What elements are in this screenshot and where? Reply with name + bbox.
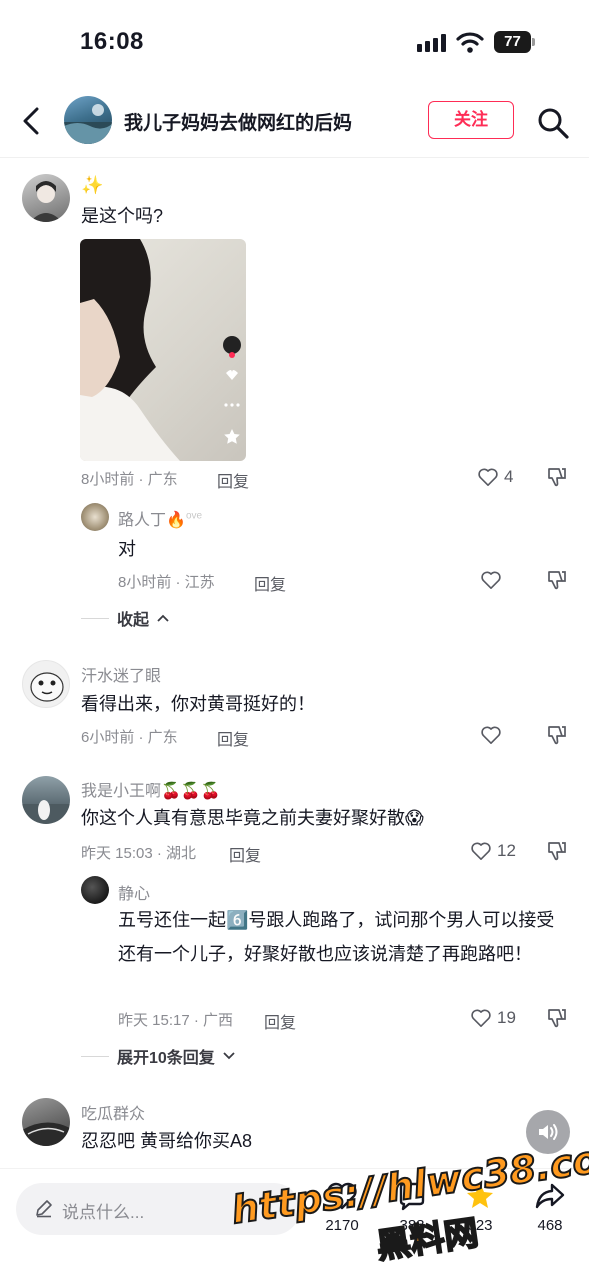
heart-icon (327, 1182, 357, 1210)
like-button[interactable] (480, 723, 502, 747)
comment-count: 388 (399, 1217, 425, 1234)
battery-level: 77 (494, 31, 531, 53)
reply-avatar[interactable] (81, 503, 109, 531)
heart-icon (481, 726, 501, 744)
reply-avatar[interactable] (81, 876, 109, 904)
signal-icon (417, 34, 446, 52)
like-action[interactable]: 2170 (312, 1179, 372, 1234)
reply-username-text: 路人丁🔥 (118, 510, 186, 529)
like-count: 19 (497, 1008, 516, 1027)
comment-action[interactable]: 388 (382, 1179, 442, 1234)
like-button[interactable] (480, 568, 502, 592)
favorite-action[interactable]: 323 (450, 1179, 510, 1234)
comment-text: 看得出来，你对黄哥挺好的！ (81, 694, 315, 714)
comment-icon (399, 1182, 425, 1211)
like-count: 4 (504, 467, 514, 486)
reply-button[interactable]: 回复 (264, 1009, 296, 1033)
comment-meta: 8小时前 · 广东 (81, 471, 178, 488)
commenter-avatar[interactable] (22, 776, 70, 824)
reply-text: 对 (118, 539, 136, 559)
comment-input-placeholder: 说点什么... (62, 1203, 145, 1222)
dislike-icon[interactable] (545, 569, 567, 591)
collapse-replies-button[interactable]: 收起 (81, 606, 169, 630)
heart-icon (478, 468, 498, 486)
commenter-name[interactable]: 汗水迷了眼 (81, 662, 161, 686)
battery-icon: 77 (494, 31, 536, 53)
like-count: 2170 (325, 1217, 359, 1234)
reply-username-suffix: ove (185, 510, 203, 522)
comment-meta: 6小时前 · 广东 (81, 729, 178, 746)
comment-image[interactable] (80, 239, 246, 461)
heart-icon (471, 842, 491, 860)
header: 我儿子妈妈去做网红的后妈 关注 (0, 86, 589, 158)
chevron-up-icon (157, 614, 169, 622)
reply-meta: 8小时前 · 江苏 (118, 574, 215, 591)
speaker-icon (539, 1124, 558, 1140)
favorite-count: 323 (467, 1217, 493, 1234)
page-title: 我儿子妈妈去做网红的后妈 (124, 113, 353, 134)
like-count: 12 (497, 841, 516, 860)
dislike-icon[interactable] (545, 1007, 567, 1029)
status-bar: 16:08 77 (0, 0, 589, 86)
reply-button[interactable]: 回复 (217, 468, 249, 492)
comment-input[interactable]: 说点什么... (16, 1183, 300, 1235)
like-button[interactable]: 19 (470, 1006, 516, 1030)
star-icon (467, 1183, 493, 1208)
comment-text: 是这个吗? (81, 206, 164, 226)
share-action[interactable]: 468 (520, 1179, 580, 1234)
commenter-name[interactable]: ✨ (81, 175, 103, 196)
expand-replies-button[interactable]: 展开10条回复 (81, 1044, 235, 1068)
search-icon[interactable] (536, 106, 570, 140)
dislike-icon[interactable] (545, 724, 567, 746)
share-count: 468 (537, 1217, 563, 1234)
expand-replies-label: 展开10条回复 (117, 1050, 215, 1067)
bottom-bar: 说点什么... 2170 388 323 468 (0, 1168, 589, 1280)
chevron-down-icon (223, 1052, 235, 1060)
reply-button[interactable]: 回复 (229, 842, 261, 866)
commenter-avatar[interactable] (22, 1098, 70, 1146)
commenter-avatar[interactable] (22, 660, 70, 708)
like-button[interactable]: 4 (477, 465, 513, 489)
heart-icon (471, 1009, 491, 1027)
commenter-name[interactable]: 我是小王啊🍒🍒🍒 (81, 777, 221, 801)
commenter-avatar[interactable] (22, 174, 70, 222)
author-avatar[interactable] (64, 96, 112, 144)
like-button[interactable]: 12 (470, 839, 516, 863)
comment-text: 你这个人真有意思毕竟之前夫妻好聚好散😱 (81, 808, 424, 829)
follow-button[interactable]: 关注 (428, 101, 514, 139)
reply-button[interactable]: 回复 (254, 571, 286, 595)
reply-username[interactable]: 静心 (118, 880, 150, 904)
share-icon (535, 1183, 565, 1209)
pen-icon (36, 1200, 52, 1218)
volume-button[interactable] (526, 1110, 570, 1154)
status-time: 16:08 (80, 28, 144, 55)
heart-icon (481, 571, 501, 589)
comment-meta: 昨天 15:03 · 湖北 (81, 845, 197, 862)
reply-text: 五号还住一起6️⃣号跟人跑路了，试问那个男人可以接受还有一个儿子，好聚好散也应该… (118, 910, 555, 965)
reply-meta: 昨天 15:17 · 广西 (118, 1012, 234, 1029)
back-arrow-icon[interactable] (18, 106, 44, 136)
reply-button[interactable]: 回复 (217, 726, 249, 750)
comment-text: 忍忍吧 黄哥给你买A8 (81, 1131, 253, 1151)
dislike-icon[interactable] (545, 840, 567, 862)
dislike-icon[interactable] (545, 466, 567, 488)
collapse-replies-label: 收起 (117, 612, 150, 629)
wifi-icon (456, 32, 484, 53)
commenter-name[interactable]: 吃瓜群众 (81, 1100, 145, 1124)
reply-username[interactable]: 路人丁🔥ove (118, 506, 202, 530)
